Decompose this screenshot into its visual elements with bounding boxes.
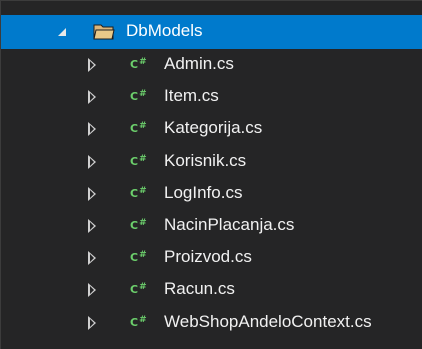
folder-label: DbModels bbox=[126, 21, 203, 40]
expand-arrow-icon[interactable] bbox=[88, 251, 96, 265]
expand-arrow-icon[interactable] bbox=[88, 219, 96, 233]
expand-arrow-icon[interactable] bbox=[88, 58, 96, 72]
file-label: WebShopAndeloContext.cs bbox=[164, 312, 372, 331]
csharp-file-icon: C# bbox=[130, 218, 147, 232]
file-label: Item.cs bbox=[164, 86, 219, 105]
tree-item-file[interactable]: C# NacinPlacanja.cs bbox=[1, 209, 422, 243]
expand-arrow-icon[interactable] bbox=[88, 90, 96, 104]
file-label: LogInfo.cs bbox=[164, 183, 243, 202]
csharp-file-icon: C# bbox=[130, 89, 147, 103]
file-label: Kategorija.cs bbox=[164, 118, 263, 137]
file-label: Admin.cs bbox=[164, 54, 234, 73]
file-label: Racun.cs bbox=[164, 279, 235, 298]
file-label: NacinPlacanja.cs bbox=[164, 215, 295, 234]
tree-item-file[interactable]: C# Racun.cs bbox=[1, 273, 422, 307]
expand-arrow-icon[interactable] bbox=[88, 187, 96, 201]
folder-open-icon bbox=[93, 24, 115, 40]
csharp-file-icon: C# bbox=[130, 282, 147, 296]
expand-arrow-icon[interactable] bbox=[88, 316, 96, 330]
tree-item-file[interactable]: C# Proizvod.cs bbox=[1, 241, 422, 275]
file-label: Proizvod.cs bbox=[164, 247, 252, 266]
tree-item-file[interactable]: C# Kategorija.cs bbox=[1, 112, 422, 146]
expand-arrow-icon[interactable] bbox=[88, 122, 96, 136]
tree-item-file[interactable]: C# Admin.cs bbox=[1, 48, 422, 82]
expand-arrow-icon[interactable] bbox=[88, 283, 96, 297]
solution-explorer-tree: DbModels C# Admin.cs C# Item.cs C# Kategorija… bbox=[0, 0, 422, 349]
file-label: Korisnik.cs bbox=[164, 151, 247, 170]
collapse-arrow-icon[interactable] bbox=[58, 28, 66, 36]
csharp-file-icon: C# bbox=[130, 154, 147, 168]
csharp-file-icon: C# bbox=[130, 315, 147, 329]
tree-item-file[interactable]: C# LogInfo.cs bbox=[1, 177, 422, 211]
tree-item-file[interactable]: C# Korisnik.cs bbox=[1, 145, 422, 179]
csharp-file-icon: C# bbox=[130, 57, 147, 71]
tree-item-file[interactable]: C# Item.cs bbox=[1, 80, 422, 114]
expand-arrow-icon[interactable] bbox=[88, 155, 96, 169]
tree-item-file[interactable]: C# WebShopAndeloContext.cs bbox=[1, 306, 422, 340]
csharp-file-icon: C# bbox=[130, 186, 147, 200]
csharp-file-icon: C# bbox=[130, 250, 147, 264]
csharp-file-icon: C# bbox=[130, 121, 147, 135]
tree-item-dbmodels-folder[interactable]: DbModels bbox=[1, 15, 422, 49]
